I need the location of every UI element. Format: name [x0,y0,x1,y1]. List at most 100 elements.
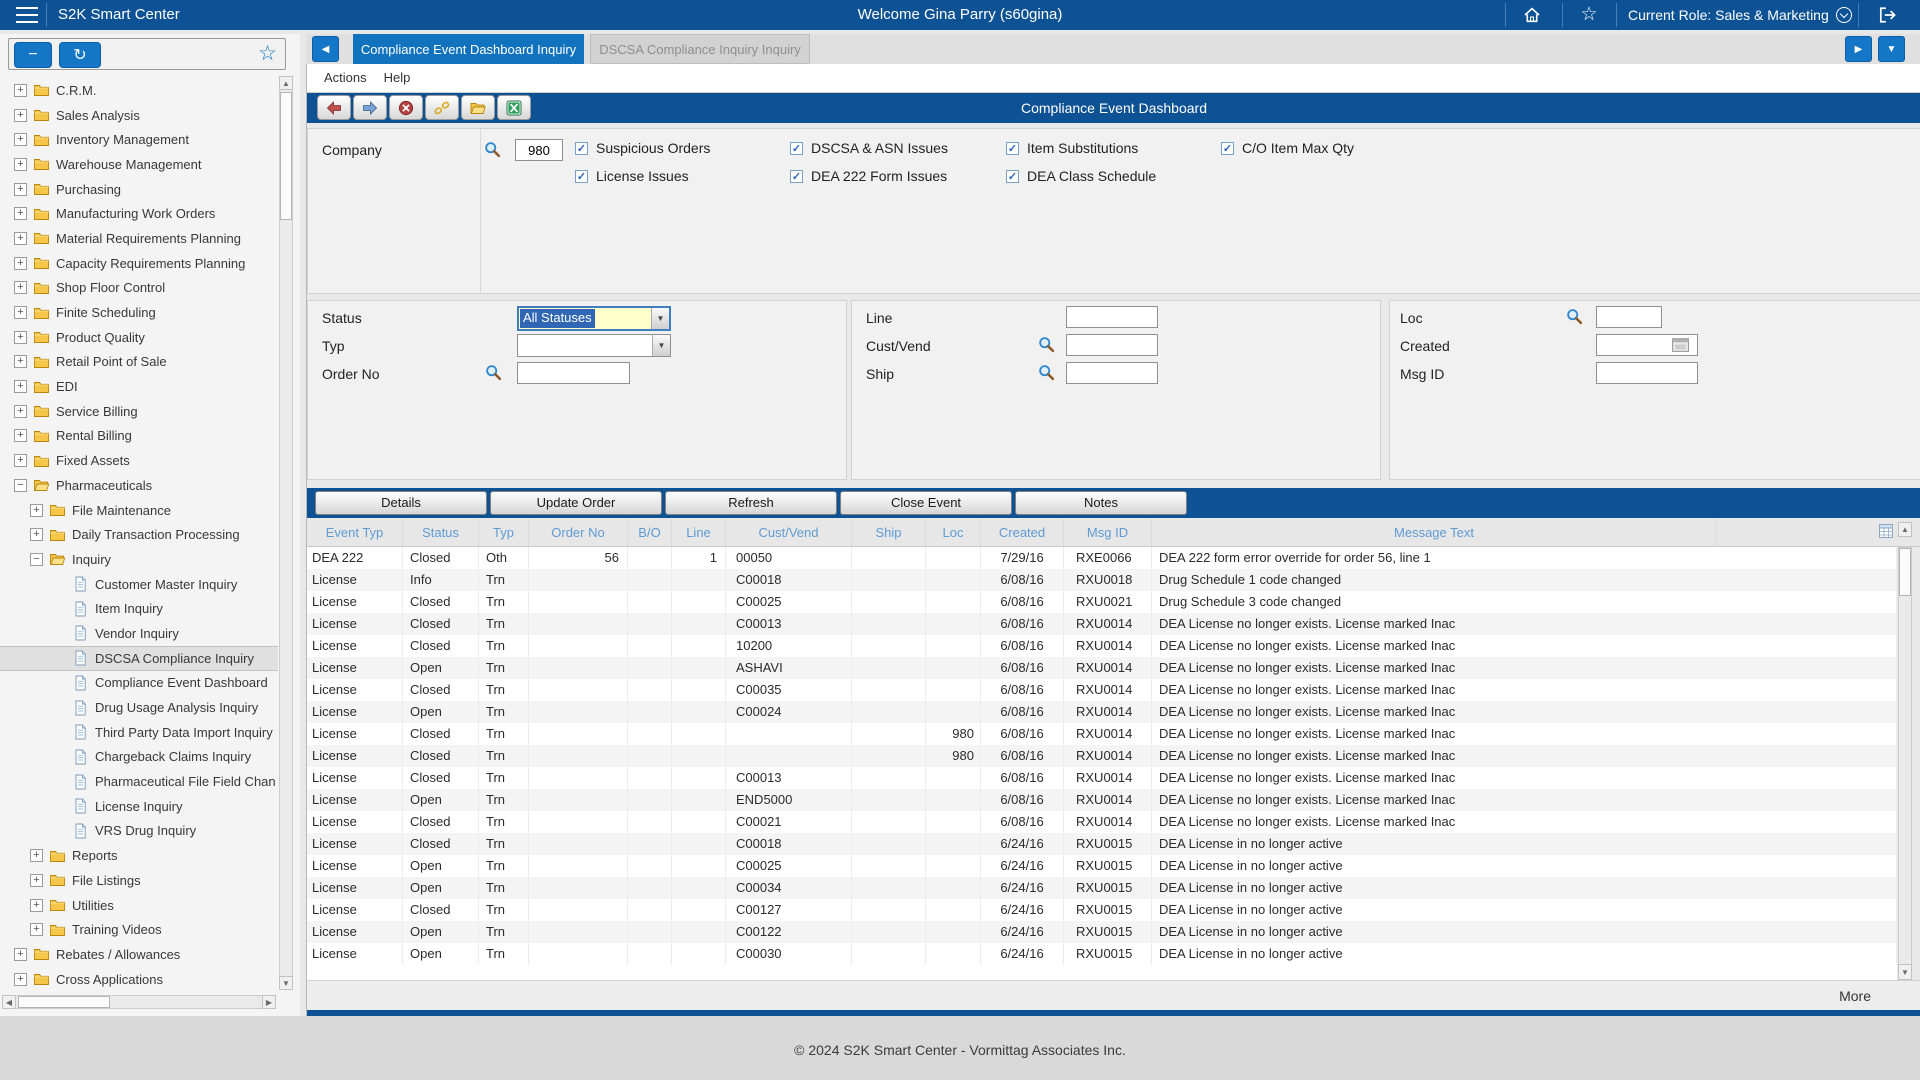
sidebar-item-edi[interactable]: +EDI [0,374,278,399]
grid-settings-icon[interactable] [1879,524,1893,538]
sidebar-item-vendor-inquiry[interactable]: Vendor Inquiry [0,621,278,646]
tab-dscsa-compliance-inquiry-inquiry[interactable]: DSCSA Compliance Inquiry Inquiry [590,34,810,64]
table-row[interactable]: LicenseInfoTrnC000186/08/16RXU0018Drug S… [307,569,1897,591]
loc-search-icon[interactable] [1566,308,1583,325]
grid-scroll-down-icon[interactable]: ▼ [1898,964,1912,980]
current-role-selector[interactable]: Current Role: Sales & Marketing [1628,7,1852,23]
sidebar-scroll-left-icon[interactable]: ◀ [2,995,16,1009]
expander-plus-icon[interactable]: + [30,849,43,862]
table-row[interactable]: LicenseClosedTrnC001276/24/16RXU0015DEA … [307,899,1897,921]
sidebar-item-material-requirements-planning[interactable]: +Material Requirements Planning [0,226,278,251]
expander-plus-icon[interactable]: + [14,281,27,294]
tab-scroll-left-button[interactable]: ◀ [312,36,339,62]
expander-plus-icon[interactable]: + [14,355,27,368]
expander-plus-icon[interactable]: + [30,923,43,936]
table-row[interactable]: LicenseOpenTrnC000246/08/16RXU0014DEA Li… [307,701,1897,723]
home-button[interactable] [1517,5,1547,25]
sidebar-item-purchasing[interactable]: +Purchasing [0,177,278,202]
table-row[interactable]: LicenseClosedTrnC000186/24/16RXU0015DEA … [307,833,1897,855]
sidebar-scroll-up-icon[interactable]: ▲ [279,76,293,90]
expander-plus-icon[interactable]: + [14,232,27,245]
table-row[interactable]: LicenseClosedTrnC000216/08/16RXU0014DEA … [307,811,1897,833]
ship-search-icon[interactable] [1038,364,1055,381]
sidebar-item-pharmaceuticals[interactable]: −Pharmaceuticals [0,473,278,498]
sidebar-item-dscsa-compliance-inquiry[interactable]: DSCSA Compliance Inquiry [0,646,278,671]
favorites-star-icon[interactable]: ☆ [258,42,277,66]
sidebar-scroll-down-icon[interactable]: ▼ [279,976,293,990]
checkbox-dscsa-asn-issues[interactable]: ✓ [790,142,803,155]
sidebar-item-file-maintenance[interactable]: +File Maintenance [0,498,278,523]
expander-plus-icon[interactable]: + [30,874,43,887]
refresh-button[interactable]: Refresh [665,491,837,515]
expander-plus-icon[interactable]: + [30,528,43,541]
grid-scroll-up-icon[interactable]: ▲ [1898,522,1912,537]
company-input[interactable] [515,139,563,161]
expander-plus-icon[interactable]: + [14,429,27,442]
sidebar-item-finite-scheduling[interactable]: +Finite Scheduling [0,300,278,325]
ship-input[interactable] [1066,362,1158,384]
expander-plus-icon[interactable]: + [30,899,43,912]
table-row[interactable]: LicenseClosedTrnC000256/08/16RXU0021Drug… [307,591,1897,613]
table-row[interactable]: LicenseOpenTrnASHAVI6/08/16RXU0014DEA Li… [307,657,1897,679]
expander-plus-icon[interactable]: + [14,380,27,393]
table-row[interactable]: LicenseClosedTrnC000136/08/16RXU0014DEA … [307,613,1897,635]
table-row[interactable]: LicenseClosedTrn9806/08/16RXU0014DEA Lic… [307,723,1897,745]
expander-plus-icon[interactable]: + [14,948,27,961]
table-row[interactable]: LicenseClosedTrnC000136/08/16RXU0014DEA … [307,767,1897,789]
table-row[interactable]: LicenseClosedTrn102006/08/16RXU0014DEA L… [307,635,1897,657]
sidebar-item-customer-master-inquiry[interactable]: Customer Master Inquiry [0,572,278,597]
sidebar-scroll-right-icon[interactable]: ▶ [262,995,276,1009]
table-row[interactable]: LicenseClosedTrn9806/08/16RXU0014DEA Lic… [307,745,1897,767]
checkbox-suspicious-orders[interactable]: ✓ [575,142,588,155]
sidebar-item-license-inquiry[interactable]: License Inquiry [0,794,278,819]
logout-button[interactable] [1872,5,1902,25]
expander-plus-icon[interactable]: + [14,306,27,319]
checkbox-dea-222-form-issues[interactable]: ✓ [790,170,803,183]
expander-plus-icon[interactable]: + [14,405,27,418]
sidebar-item-drug-usage-analysis-inquiry[interactable]: Drug Usage Analysis Inquiry [0,695,278,720]
sidebar-item-cross-applications[interactable]: +Cross Applications [0,967,278,992]
details-button[interactable]: Details [315,491,487,515]
calendar-icon[interactable] [1672,337,1689,352]
sidebar-item-inquiry[interactable]: −Inquiry [0,547,278,572]
expander-plus-icon[interactable]: + [14,158,27,171]
checkbox-c-o-item-max-qty[interactable]: ✓ [1221,142,1234,155]
expander-plus-icon[interactable]: + [30,504,43,517]
sidebar-item-daily-transaction-processing[interactable]: +Daily Transaction Processing [0,522,278,547]
favorites-button[interactable]: ☆ [1574,5,1604,25]
company-search-icon[interactable] [484,141,501,158]
expander-plus-icon[interactable]: + [14,257,27,270]
cust-vend-input[interactable] [1066,334,1158,356]
sidebar-item-rebates-allowances[interactable]: +Rebates / Allowances [0,942,278,967]
menu-help[interactable]: Help [384,70,411,85]
table-row[interactable]: DEA 222ClosedOth561000507/29/16RXE0066DE… [307,547,1897,569]
sidebar-item-capacity-requirements-planning[interactable]: +Capacity Requirements Planning [0,251,278,276]
refresh-tree-button[interactable]: ↻ [59,42,101,68]
expander-plus-icon[interactable]: + [14,109,27,122]
table-row[interactable]: LicenseClosedTrnC000356/08/16RXU0014DEA … [307,679,1897,701]
notes-button[interactable]: Notes [1015,491,1187,515]
cust-vend-search-icon[interactable] [1038,336,1055,353]
table-row[interactable]: LicenseOpenTrnC000256/24/16RXU0015DEA Li… [307,855,1897,877]
sidebar-item-pharmaceutical-file-field-chan[interactable]: Pharmaceutical File Field Chan [0,769,278,794]
sidebar-item-file-listings[interactable]: +File Listings [0,868,278,893]
sidebar-item-retail-point-of-sale[interactable]: +Retail Point of Sale [0,350,278,375]
sidebar-item-item-inquiry[interactable]: Item Inquiry [0,596,278,621]
sidebar-vscroll-thumb[interactable] [280,92,292,220]
sidebar-item-inventory-management[interactable]: +Inventory Management [0,127,278,152]
status-combobox[interactable]: All Statuses ▼ [517,306,671,331]
expander-plus-icon[interactable]: + [14,183,27,196]
expander-minus-icon[interactable]: − [14,479,27,492]
sidebar-item-utilities[interactable]: +Utilities [0,893,278,918]
order-no-search-icon[interactable] [485,364,502,381]
loc-input[interactable] [1596,306,1662,328]
sidebar-item-compliance-event-dashboard[interactable]: Compliance Event Dashboard [0,671,278,696]
grid-vscroll-thumb[interactable] [1899,548,1911,596]
sidebar-item-fixed-assets[interactable]: +Fixed Assets [0,448,278,473]
close-event-button[interactable]: Close Event [840,491,1012,515]
sidebar-item-c-r-m[interactable]: +C.R.M. [0,78,278,103]
sidebar-item-training-videos[interactable]: +Training Videos [0,917,278,942]
sidebar-item-sales-analysis[interactable]: +Sales Analysis [0,103,278,128]
msg-id-input[interactable] [1596,362,1698,384]
sidebar-item-warehouse-management[interactable]: +Warehouse Management [0,152,278,177]
